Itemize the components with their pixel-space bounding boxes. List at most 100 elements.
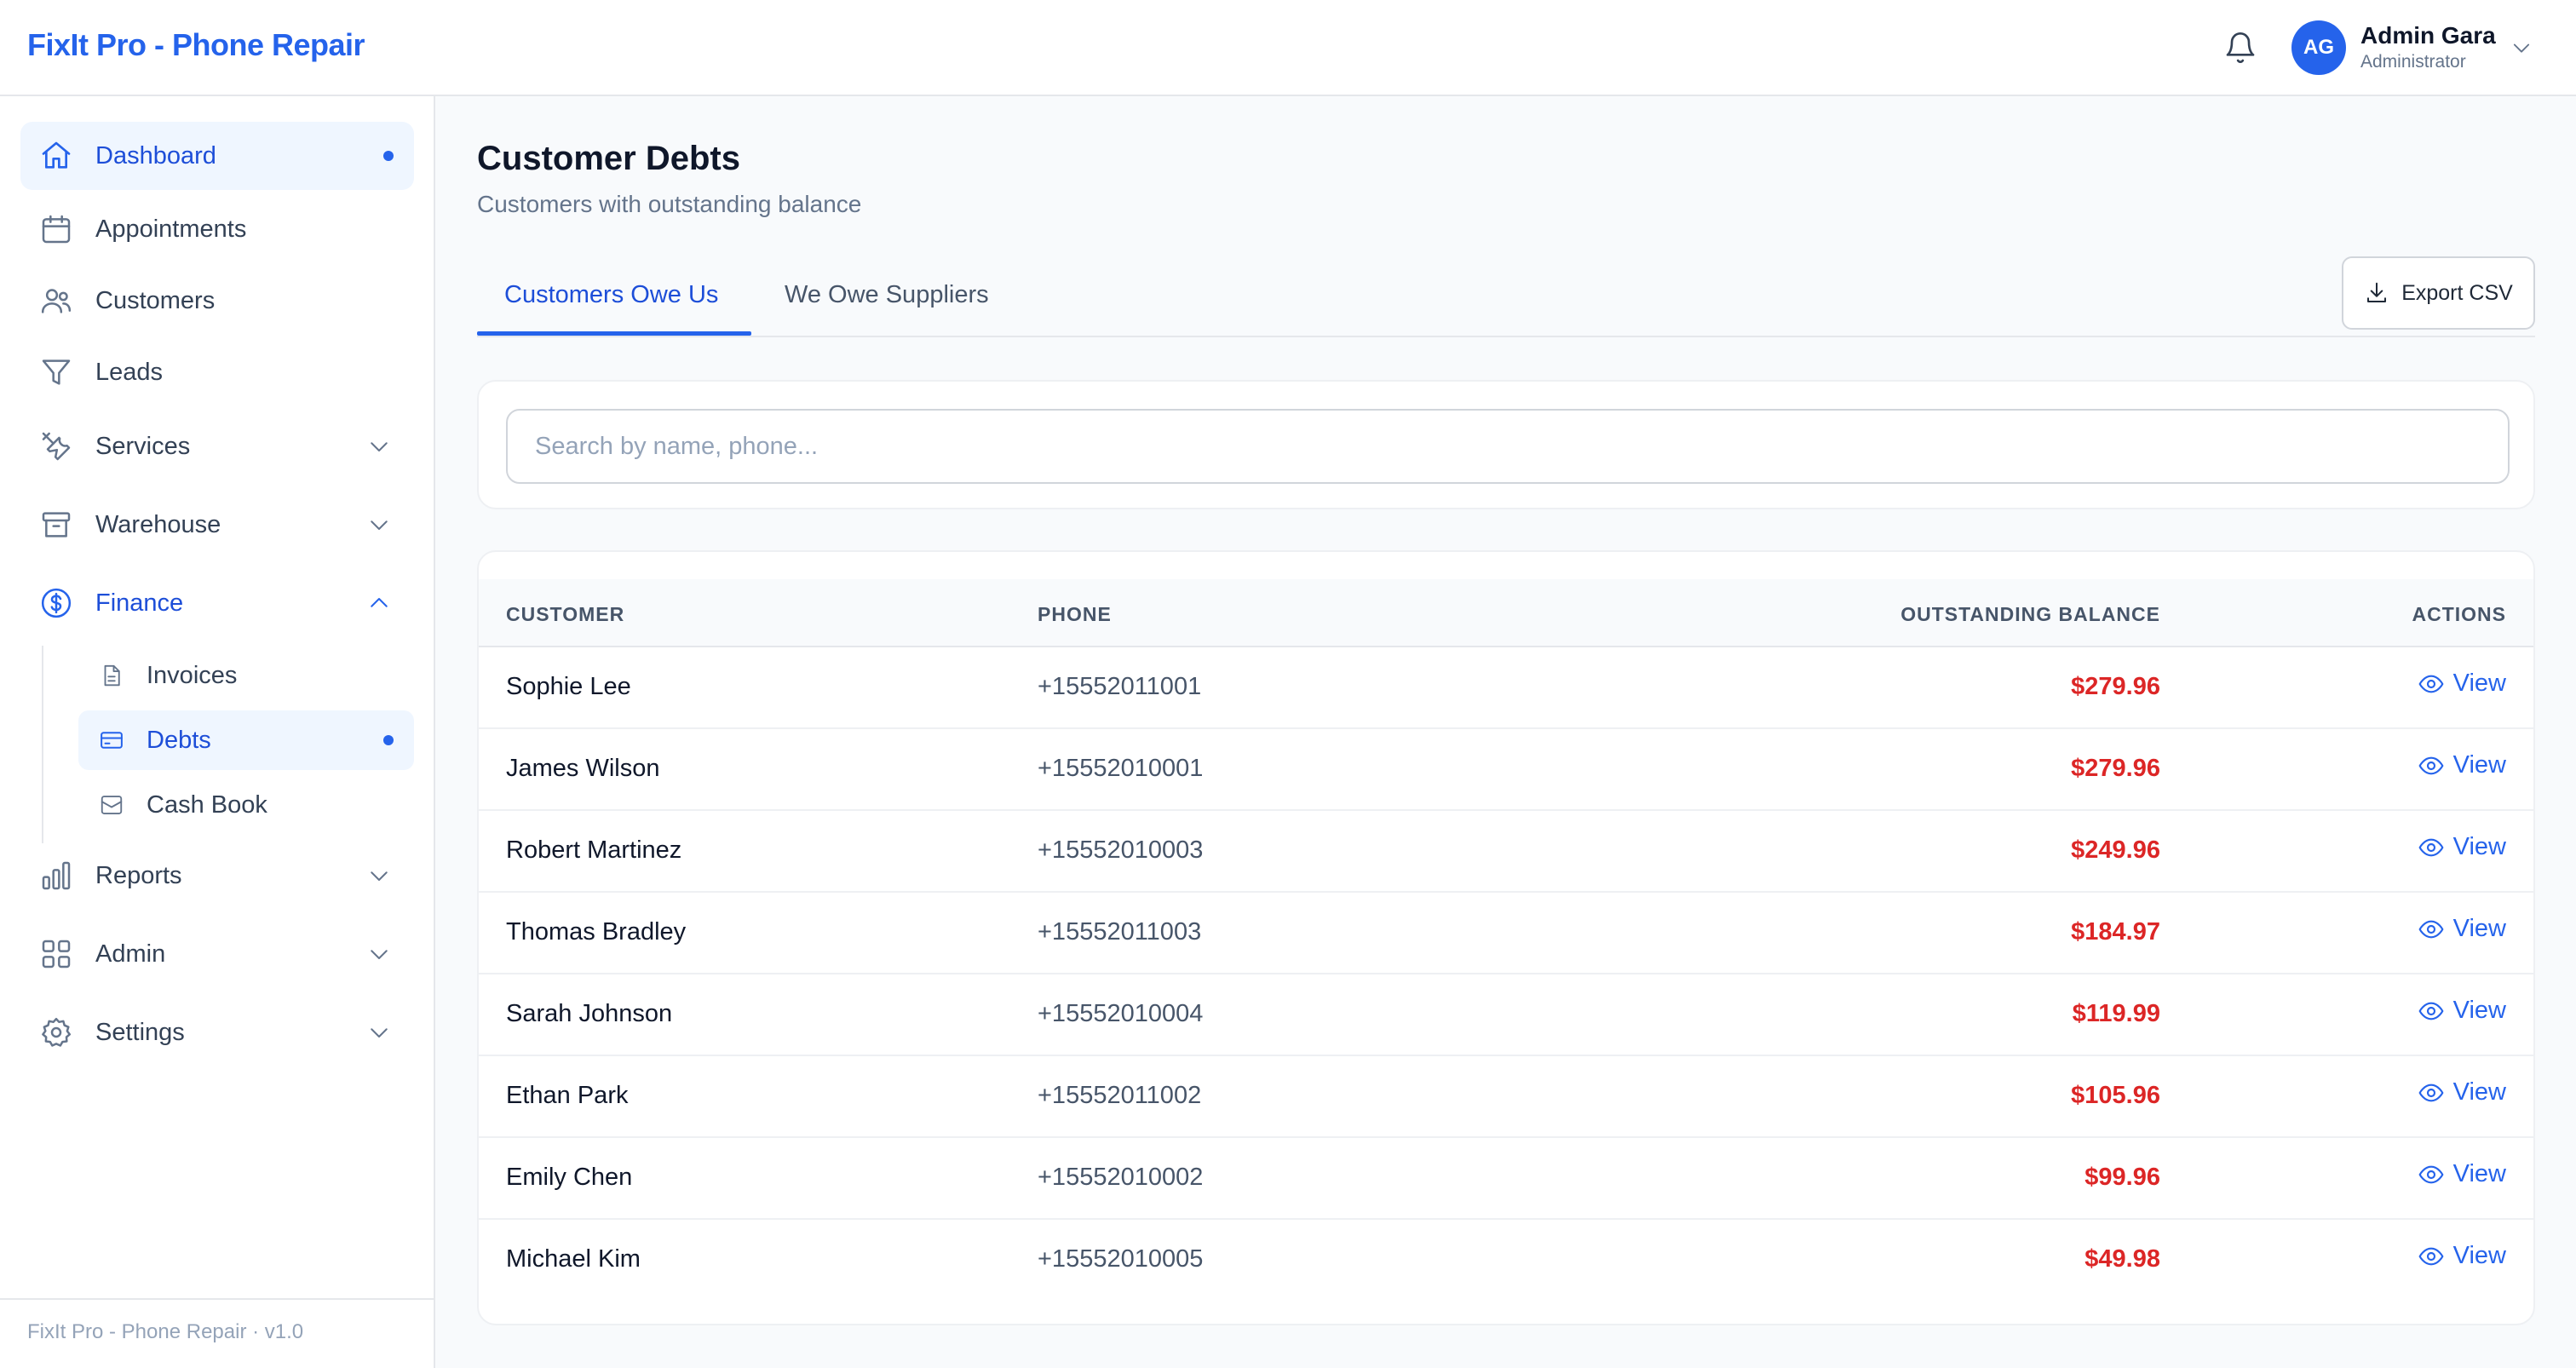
view-label: View — [2452, 1078, 2506, 1106]
table-row: Robert Martinez +15552010003 $249.96 Vie… — [479, 811, 2533, 893]
customer-phone: +15552010004 — [1038, 1000, 1204, 1027]
column-header-outstanding-balance[interactable]: OUTSTANDING BALANCE — [1900, 603, 2160, 626]
outstanding-balance: $105.96 — [2071, 1082, 2160, 1109]
table-row: Michael Kim +15552010005 $49.98 View — [479, 1220, 2533, 1302]
sidebar-item-label: Warehouse — [95, 510, 221, 538]
view-label: View — [2452, 670, 2506, 697]
eye-icon — [2418, 920, 2444, 938]
tools-icon — [42, 432, 71, 461]
table-row: Sarah Johnson +15552010004 $119.99 View — [479, 974, 2533, 1056]
export-csv-button[interactable]: Export CSV — [2342, 256, 2535, 330]
export-csv-label: Export CSV — [2401, 280, 2513, 305]
view-button[interactable]: View — [2418, 915, 2506, 943]
app-version: FixIt Pro - Phone Repair · v1.0 — [27, 1320, 304, 1343]
eye-icon — [2418, 1247, 2444, 1265]
column-header-customer[interactable]: CUSTOMER — [506, 603, 624, 626]
submenu-guide-line — [42, 646, 43, 843]
avatar[interactable]: AG — [2291, 20, 2346, 75]
customer-name: Ethan Park — [506, 1082, 629, 1109]
user-name[interactable]: Admin Gara — [2360, 22, 2496, 49]
column-header-phone[interactable]: PHONE — [1038, 603, 1112, 626]
outstanding-balance: $279.96 — [2071, 755, 2160, 782]
customer-name: Thomas Bradley — [506, 918, 687, 946]
chevron-down-icon — [371, 442, 388, 451]
sidebar-item-label: Appointments — [95, 215, 247, 243]
top-header: FixIt Pro - Phone Repair AG Admin Gara A… — [0, 0, 2576, 96]
view-button[interactable]: View — [2418, 1160, 2506, 1188]
customer-name: Robert Martinez — [506, 836, 682, 864]
customer-phone: +15552010005 — [1038, 1245, 1204, 1273]
column-header-actions: ACTIONS — [2412, 603, 2506, 625]
view-button[interactable]: View — [2418, 833, 2506, 861]
app-title[interactable]: FixIt Pro - Phone Repair — [27, 27, 365, 63]
view-button[interactable]: View — [2418, 670, 2506, 698]
funnel-icon — [42, 359, 71, 385]
active-indicator — [383, 735, 394, 745]
table-row: Emily Chen +15552010002 $99.96 View — [479, 1138, 2533, 1220]
view-button[interactable]: View — [2418, 1242, 2506, 1270]
view-button[interactable]: View — [2418, 1078, 2506, 1106]
sidebar-subitem-cash-book[interactable]: Cash Book — [78, 775, 414, 835]
view-button[interactable]: View — [2418, 997, 2506, 1025]
table-row: Sophie Lee +15552011001 $279.96 View — [479, 647, 2533, 729]
sidebar-subitem-debts[interactable]: Debts — [78, 710, 414, 770]
sidebar-item-reports[interactable]: Reports — [20, 842, 414, 910]
sidebar-item-leads[interactable]: Leads — [20, 338, 414, 406]
outstanding-balance: $279.96 — [2071, 673, 2160, 700]
customer-phone: +15552011001 — [1038, 673, 1202, 700]
table-row: Thomas Bradley +15552011003 $184.97 View — [479, 893, 2533, 974]
bell-icon[interactable] — [2223, 31, 2257, 65]
tab-customers-owe-us[interactable]: Customers Owe Us — [504, 281, 718, 309]
sidebar-item-finance[interactable]: Finance — [20, 569, 414, 637]
sidebar-item-label: Dashboard — [95, 141, 216, 170]
view-button[interactable]: View — [2418, 751, 2506, 779]
customer-name: Sophie Lee — [506, 673, 631, 700]
sidebar-item-appointments[interactable]: Appointments — [20, 195, 414, 263]
search-input[interactable] — [506, 409, 2510, 484]
search-card — [477, 380, 2535, 509]
page-title: Customer Debts — [477, 140, 740, 177]
sidebar-item-services[interactable]: Services — [20, 412, 414, 480]
customer-phone: +15552010003 — [1038, 836, 1204, 864]
view-label: View — [2452, 1160, 2506, 1187]
sidebar-subitem-invoices[interactable]: Invoices — [78, 646, 414, 705]
sidebar-subitem-label: Cash Book — [147, 790, 267, 819]
eye-icon — [2418, 1083, 2444, 1101]
sidebar-item-admin[interactable]: Admin — [20, 920, 414, 988]
eye-icon — [2418, 838, 2444, 856]
chevron-down-icon[interactable] — [2510, 36, 2533, 60]
sidebar-item-customers[interactable]: Customers — [20, 267, 414, 335]
outstanding-balance: $249.96 — [2071, 836, 2160, 864]
view-label: View — [2452, 751, 2506, 779]
sidebar-item-settings[interactable]: Settings — [20, 998, 414, 1066]
archive-box-icon — [42, 512, 71, 537]
sidebar-item-warehouse[interactable]: Warehouse — [20, 491, 414, 559]
active-tab-underline — [477, 331, 751, 336]
eye-icon — [2418, 756, 2444, 774]
user-role: Administrator — [2360, 52, 2466, 72]
active-indicator — [383, 151, 394, 161]
sidebar-item-label: Leads — [95, 358, 164, 386]
outstanding-balance: $49.98 — [2084, 1245, 2160, 1273]
eye-icon — [2418, 1002, 2444, 1020]
customer-phone: +15552010002 — [1038, 1164, 1204, 1191]
eye-icon — [2418, 1165, 2444, 1183]
outstanding-balance: $119.99 — [2072, 1000, 2160, 1027]
sidebar-item-label: Services — [95, 432, 191, 460]
calendar-icon — [42, 215, 71, 244]
dollar-circle-icon — [41, 588, 72, 618]
view-label: View — [2452, 833, 2506, 860]
table-row: Ethan Park +15552011002 $105.96 View — [479, 1056, 2533, 1138]
gear-icon — [42, 1017, 72, 1047]
outstanding-balance: $184.97 — [2071, 918, 2160, 946]
page-subtitle: Customers with outstanding balance — [477, 191, 862, 217]
customer-phone: +15552011002 — [1038, 1082, 1202, 1109]
chevron-down-icon — [371, 950, 388, 959]
sidebar-item-dashboard[interactable]: Dashboard — [20, 122, 414, 190]
tab-we-owe-suppliers[interactable]: We Owe Suppliers — [785, 281, 989, 309]
tabs-divider — [477, 336, 2535, 337]
bar-chart-icon — [42, 861, 71, 890]
sidebar-item-label: Finance — [95, 589, 184, 617]
customer-name: Emily Chen — [506, 1164, 633, 1191]
table-row: James Wilson +15552010001 $279.96 View — [479, 729, 2533, 811]
